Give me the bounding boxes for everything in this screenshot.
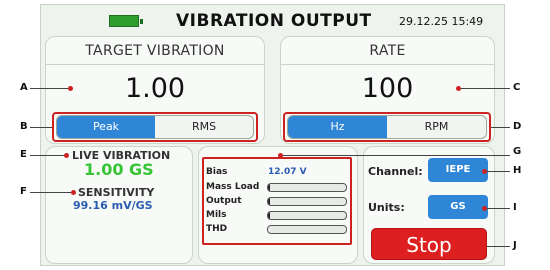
callout-line	[30, 88, 70, 89]
output-fill	[268, 198, 270, 205]
callout-dot	[68, 86, 73, 91]
callout-line	[460, 88, 510, 89]
channel-label: Channel:	[368, 165, 423, 178]
mils-label: Mils	[206, 210, 227, 220]
callout-dot	[456, 86, 461, 91]
target-vibration-value[interactable]: 1.00	[46, 73, 264, 104]
callout-g: G	[513, 146, 522, 157]
rpm-button[interactable]: RPM	[387, 116, 486, 138]
rate-label: RATE	[369, 43, 406, 59]
mass-load-bar	[267, 183, 347, 192]
hz-button[interactable]: Hz	[288, 116, 387, 138]
output-bar	[267, 197, 347, 206]
callout-f: F	[20, 186, 27, 197]
stop-button[interactable]: Stop	[371, 228, 487, 260]
units-label: Units:	[368, 201, 405, 214]
header-bar: VIBRATION OUTPUT 29.12.25 15:49	[41, 5, 504, 35]
mils-fill	[268, 212, 270, 219]
target-vibration-label: TARGET VIBRATION	[85, 43, 225, 59]
units-button[interactable]: GS	[428, 195, 488, 219]
bias-value: 12.07 V	[268, 167, 307, 177]
sensitivity-label: SENSITIVITY	[78, 186, 155, 199]
callout-dot	[482, 206, 487, 211]
live-vibration-value: 1.00 GS	[84, 160, 154, 179]
sensitivity-value: 99.16 mV/GS	[73, 199, 153, 212]
callout-j: J	[513, 240, 517, 251]
callout-line	[486, 171, 510, 172]
battery-icon	[109, 15, 143, 27]
callout-i: I	[513, 202, 517, 213]
amplitude-mode-selector: Peak RMS	[56, 115, 254, 139]
callout-c: C	[513, 82, 521, 93]
divider	[46, 64, 264, 65]
callout-dot	[278, 153, 283, 158]
thd-label: THD	[206, 224, 228, 234]
callout-line	[30, 192, 72, 193]
callout-line	[487, 246, 510, 247]
callout-line	[280, 155, 510, 156]
divider	[281, 64, 494, 65]
output-label: Output	[206, 196, 242, 206]
mils-bar	[267, 211, 347, 220]
callout-a: A	[20, 82, 28, 93]
page-title: VIBRATION OUTPUT	[176, 11, 372, 31]
channel-button[interactable]: IEPE	[428, 158, 488, 182]
callout-h: H	[513, 165, 522, 176]
rate-unit-selector: Hz RPM	[287, 115, 487, 139]
callout-line	[486, 208, 510, 209]
callout-dot	[482, 169, 487, 174]
rms-button[interactable]: RMS	[155, 116, 253, 138]
mass-load-label: Mass Load	[206, 182, 260, 192]
callout-b: B	[20, 121, 28, 132]
callout-line	[30, 127, 52, 128]
callout-line	[30, 155, 66, 156]
callout-d: D	[513, 121, 522, 132]
datetime: 29.12.25 15:49	[399, 15, 484, 28]
callout-dot	[64, 153, 69, 158]
mass-load-fill	[268, 184, 270, 191]
thd-bar	[267, 225, 347, 234]
callout-line	[491, 127, 510, 128]
callout-e: E	[20, 149, 27, 160]
peak-button[interactable]: Peak	[57, 116, 155, 138]
bias-label: Bias	[206, 167, 228, 177]
callout-dot	[71, 190, 76, 195]
